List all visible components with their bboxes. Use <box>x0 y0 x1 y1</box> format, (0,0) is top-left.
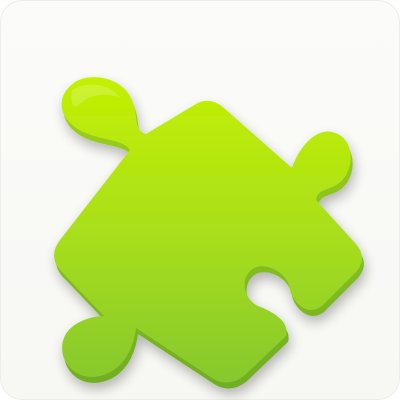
puzzle-piece-face <box>54 77 362 383</box>
puzzle-piece-icon <box>54 77 364 389</box>
app-icon[interactable] <box>0 0 400 400</box>
puzzle-piece-shape <box>54 77 364 389</box>
